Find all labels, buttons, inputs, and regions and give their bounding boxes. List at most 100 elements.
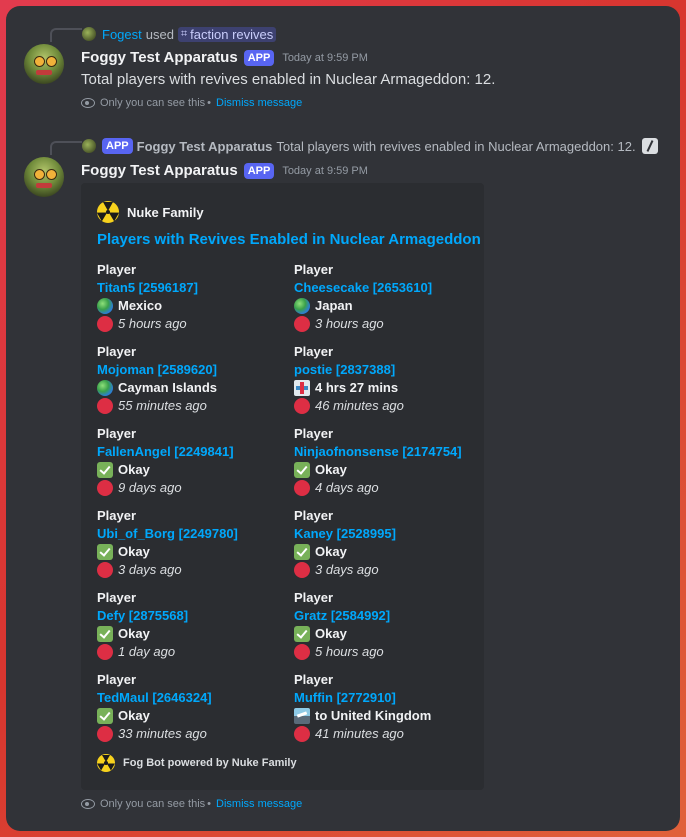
red-circle-icon <box>294 726 310 742</box>
player-link[interactable]: Cheesecake [2653610] <box>294 279 484 297</box>
last-action-text: 55 minutes ago <box>118 398 207 413</box>
last-action: 3 days ago <box>97 561 287 579</box>
check-icon <box>294 462 310 478</box>
status-text: Okay <box>315 626 347 641</box>
embed-author-name: Nuke Family <box>127 204 204 220</box>
last-action-text: 5 hours ago <box>315 644 384 659</box>
player-link[interactable]: Gratz [2584992] <box>294 607 484 625</box>
field-name: Player <box>97 426 137 441</box>
player-link[interactable]: Ubi_of_Borg [2249780] <box>97 525 287 543</box>
command-chip[interactable]: ⌗ faction revives <box>177 26 277 42</box>
eye-icon <box>81 98 95 108</box>
check-icon <box>97 462 113 478</box>
reply-bar[interactable]: APP Foggy Test Apparatus Total players w… <box>82 137 658 155</box>
embed-field: Player Muffin [2772910] to United Kingdom 4… <box>294 671 484 743</box>
last-action-text: 4 days ago <box>315 480 379 495</box>
player-link[interactable]: Kaney [2528995] <box>294 525 484 543</box>
red-circle-icon <box>97 398 113 414</box>
last-action: 55 minutes ago <box>97 397 287 415</box>
dismiss-message-link[interactable]: Dismiss message <box>216 97 302 109</box>
player-link[interactable]: TedMaul [2646324] <box>97 689 287 707</box>
ephemeral-notice: Only you can see this • Dismiss message <box>81 798 302 810</box>
status-text: Okay <box>118 626 150 641</box>
reply-avatar[interactable] <box>82 27 96 41</box>
last-action: 9 days ago <box>97 479 287 497</box>
plane-icon <box>294 708 310 724</box>
embed-author: Nuke Family <box>96 201 204 223</box>
globe-icon <box>97 298 113 314</box>
embed-title[interactable]: Players with Revives Enabled in Nuclear … <box>97 231 481 248</box>
reply-username[interactable]: Fogest <box>102 27 142 42</box>
last-action-text: 41 minutes ago <box>315 726 404 741</box>
hospital-icon <box>294 380 310 396</box>
reply-edit-icon <box>641 138 658 154</box>
timestamp: Today at 9:59 PM <box>282 51 368 64</box>
ephemeral-notice: Only you can see this • Dismiss message <box>81 97 302 109</box>
radioactive-icon <box>96 201 120 223</box>
field-name: Player <box>97 262 137 277</box>
status-text: Mexico <box>118 298 163 313</box>
player-status: Okay <box>294 625 484 643</box>
player-link[interactable]: Ninjaofnonsense [2174754] <box>294 443 484 461</box>
status-text: Okay <box>315 462 347 477</box>
player-link[interactable]: postie [2837388] <box>294 361 484 379</box>
player-link[interactable]: Defy [2875568] <box>97 607 287 625</box>
player-status: Okay <box>97 625 287 643</box>
last-action: 4 days ago <box>294 479 484 497</box>
red-circle-icon <box>294 316 310 332</box>
check-icon <box>294 626 310 642</box>
player-status: Okay <box>294 461 484 479</box>
reply-author[interactable]: Foggy Test Apparatus <box>137 139 273 154</box>
command-name: faction revives <box>190 26 274 42</box>
status-text: 4 hrs 27 mins <box>315 380 399 395</box>
reply-preview-text[interactable]: Total players with revives enabled in Nu… <box>276 139 635 154</box>
player-link[interactable]: Titan5 [2596187] <box>97 279 287 297</box>
status-text: Okay <box>118 462 150 477</box>
chat-window: Fogest used ⌗ faction revives Foggy Test… <box>6 6 680 831</box>
player-link[interactable]: FallenAngel [2249841] <box>97 443 287 461</box>
author-name[interactable]: Foggy Test Apparatus <box>81 49 238 66</box>
ephemeral-text: Only you can see this <box>100 798 206 810</box>
timestamp: Today at 9:59 PM <box>282 164 368 177</box>
bot-avatar[interactable] <box>24 157 64 197</box>
red-circle-icon <box>97 726 113 742</box>
reply-avatar[interactable] <box>82 139 96 153</box>
author-name[interactable]: Foggy Test Apparatus <box>81 162 238 179</box>
status-text: Cayman Islands <box>118 380 217 395</box>
message-content: Total players with revives enabled in Nu… <box>81 71 496 88</box>
field-name: Player <box>294 672 334 687</box>
player-status: Okay <box>294 543 484 561</box>
embed-field: Player Ubi_of_Borg [2249780] Okay 3 days ag… <box>97 507 287 579</box>
status-text: Okay <box>315 544 347 559</box>
embed-field: Player Defy [2875568] Okay 1 day ago <box>97 589 287 661</box>
field-name: Player <box>97 590 137 605</box>
command-reply-bar[interactable]: Fogest used ⌗ faction revives <box>82 25 277 43</box>
last-action-text: 46 minutes ago <box>315 398 404 413</box>
field-name: Player <box>97 508 137 523</box>
app-badge: APP <box>243 162 275 179</box>
last-action: 46 minutes ago <box>294 397 484 415</box>
player-link[interactable]: Mojoman [2589620] <box>97 361 287 379</box>
player-link[interactable]: Muffin [2772910] <box>294 689 484 707</box>
last-action-text: 33 minutes ago <box>118 726 207 741</box>
last-action-text: 3 hours ago <box>315 316 384 331</box>
embed-field: Player Ninjaofnonsense [2174754] Okay 4 day… <box>294 425 484 497</box>
embed-field: Player FallenAngel [2249841] Okay 9 days ag… <box>97 425 287 497</box>
last-action: 33 minutes ago <box>97 725 287 743</box>
embed-footer-text: Fog Bot powered by Nuke Family <box>123 757 297 769</box>
red-circle-icon <box>294 644 310 660</box>
player-status: Okay <box>97 543 287 561</box>
embed-field: Player TedMaul [2646324] Okay 33 minutes ag… <box>97 671 287 743</box>
dismiss-message-link[interactable]: Dismiss message <box>216 798 302 810</box>
reply-connector <box>50 28 82 42</box>
status-text: to United Kingdom <box>315 708 432 723</box>
last-action-text: 3 days ago <box>315 562 379 577</box>
bot-avatar[interactable] <box>24 44 64 84</box>
reply-used-text: used <box>145 26 174 42</box>
globe-icon <box>97 380 113 396</box>
check-icon <box>97 708 113 724</box>
red-circle-icon <box>97 562 113 578</box>
field-name: Player <box>294 590 334 605</box>
field-name: Player <box>294 344 334 359</box>
player-status: Okay <box>97 707 287 725</box>
